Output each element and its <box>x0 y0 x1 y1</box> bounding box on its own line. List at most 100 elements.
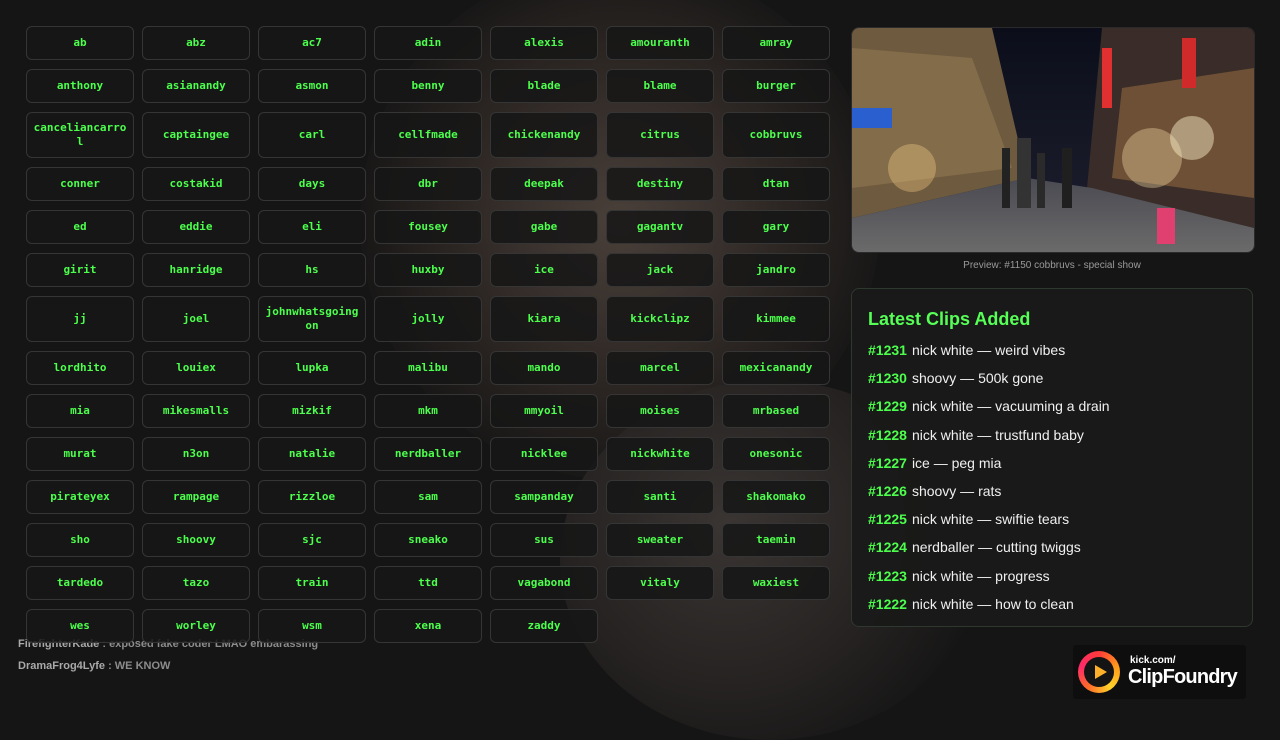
streamer-button-asianandy[interactable]: asianandy <box>142 69 250 103</box>
streamer-button-anthony[interactable]: anthony <box>26 69 134 103</box>
streamer-button-alexis[interactable]: alexis <box>490 26 598 60</box>
streamer-button-xena[interactable]: xena <box>374 609 482 643</box>
streamer-button-sus[interactable]: sus <box>490 523 598 557</box>
streamer-button-huxby[interactable]: huxby <box>374 253 482 287</box>
clip-item[interactable]: #1230 shoovy — 500k gone <box>868 368 1236 396</box>
clip-item[interactable]: #1228 nick white — trustfund baby <box>868 425 1236 453</box>
streamer-button-malibu[interactable]: malibu <box>374 351 482 385</box>
streamer-button-ice[interactable]: ice <box>490 253 598 287</box>
clip-item[interactable]: #1231 nick white — weird vibes <box>868 340 1236 368</box>
streamer-button-jack[interactable]: jack <box>606 253 714 287</box>
streamer-button-eli[interactable]: eli <box>258 210 366 244</box>
streamer-button-nickwhite[interactable]: nickwhite <box>606 437 714 471</box>
streamer-button-destiny[interactable]: destiny <box>606 167 714 201</box>
streamer-button-mizkif[interactable]: mizkif <box>258 394 366 428</box>
streamer-button-hs[interactable]: hs <box>258 253 366 287</box>
streamer-button-johnwhatsgoingon[interactable]: johnwhatsgoingon <box>258 296 366 342</box>
streamer-button-mikesmalls[interactable]: mikesmalls <box>142 394 250 428</box>
streamer-button-captaingee[interactable]: captaingee <box>142 112 250 158</box>
streamer-button-waxiest[interactable]: waxiest <box>722 566 830 600</box>
streamer-button-burger[interactable]: burger <box>722 69 830 103</box>
streamer-button-gabe[interactable]: gabe <box>490 210 598 244</box>
streamer-button-eddie[interactable]: eddie <box>142 210 250 244</box>
streamer-button-blame[interactable]: blame <box>606 69 714 103</box>
streamer-button-days[interactable]: days <box>258 167 366 201</box>
clip-item[interactable]: #1223 nick white — progress <box>868 566 1236 594</box>
streamer-button-chickenandy[interactable]: chickenandy <box>490 112 598 158</box>
streamer-button-sweater[interactable]: sweater <box>606 523 714 557</box>
streamer-button-moises[interactable]: moises <box>606 394 714 428</box>
streamer-button-jandro[interactable]: jandro <box>722 253 830 287</box>
streamer-button-jj[interactable]: jj <box>26 296 134 342</box>
streamer-button-girit[interactable]: girit <box>26 253 134 287</box>
clip-item[interactable]: #1222 nick white — how to clean <box>868 594 1236 622</box>
streamer-button-cellfmade[interactable]: cellfmade <box>374 112 482 158</box>
streamer-button-nicklee[interactable]: nicklee <box>490 437 598 471</box>
streamer-button-abz[interactable]: abz <box>142 26 250 60</box>
streamer-button-kickclipz[interactable]: kickclipz <box>606 296 714 342</box>
streamer-button-marcel[interactable]: marcel <box>606 351 714 385</box>
streamer-button-fousey[interactable]: fousey <box>374 210 482 244</box>
clip-item[interactable]: #1226 shoovy — rats <box>868 481 1236 509</box>
streamer-button-natalie[interactable]: natalie <box>258 437 366 471</box>
streamer-button-mia[interactable]: mia <box>26 394 134 428</box>
streamer-button-rampage[interactable]: rampage <box>142 480 250 514</box>
streamer-button-sampanday[interactable]: sampanday <box>490 480 598 514</box>
streamer-button-mmyoil[interactable]: mmyoil <box>490 394 598 428</box>
streamer-button-joel[interactable]: joel <box>142 296 250 342</box>
streamer-button-tardedo[interactable]: tardedo <box>26 566 134 600</box>
streamer-button-costakid[interactable]: costakid <box>142 167 250 201</box>
streamer-button-worley[interactable]: worley <box>142 609 250 643</box>
streamer-button-sho[interactable]: sho <box>26 523 134 557</box>
clip-item[interactable]: #1229 nick white — vacuuming a drain <box>868 396 1236 424</box>
streamer-button-lupka[interactable]: lupka <box>258 351 366 385</box>
streamer-button-gagantv[interactable]: gagantv <box>606 210 714 244</box>
streamer-button-shakomako[interactable]: shakomako <box>722 480 830 514</box>
streamer-button-mexicanandy[interactable]: mexicanandy <box>722 351 830 385</box>
streamer-button-citrus[interactable]: citrus <box>606 112 714 158</box>
streamer-button-amray[interactable]: amray <box>722 26 830 60</box>
streamer-button-canceliancarrol[interactable]: canceliancarrol <box>26 112 134 158</box>
streamer-button-hanridge[interactable]: hanridge <box>142 253 250 287</box>
streamer-button-sam[interactable]: sam <box>374 480 482 514</box>
streamer-button-train[interactable]: train <box>258 566 366 600</box>
streamer-button-vitaly[interactable]: vitaly <box>606 566 714 600</box>
streamer-button-wsm[interactable]: wsm <box>258 609 366 643</box>
streamer-button-kimmee[interactable]: kimmee <box>722 296 830 342</box>
streamer-button-nerdballer[interactable]: nerdballer <box>374 437 482 471</box>
streamer-button-pirateyex[interactable]: pirateyex <box>26 480 134 514</box>
streamer-button-mando[interactable]: mando <box>490 351 598 385</box>
streamer-button-dtan[interactable]: dtan <box>722 167 830 201</box>
streamer-button-cobbruvs[interactable]: cobbruvs <box>722 112 830 158</box>
streamer-button-amouranth[interactable]: amouranth <box>606 26 714 60</box>
streamer-button-vagabond[interactable]: vagabond <box>490 566 598 600</box>
streamer-button-tazo[interactable]: tazo <box>142 566 250 600</box>
streamer-button-sneako[interactable]: sneako <box>374 523 482 557</box>
streamer-button-carl[interactable]: carl <box>258 112 366 158</box>
streamer-button-murat[interactable]: murat <box>26 437 134 471</box>
streamer-button-onesonic[interactable]: onesonic <box>722 437 830 471</box>
streamer-button-ttd[interactable]: ttd <box>374 566 482 600</box>
streamer-button-deepak[interactable]: deepak <box>490 167 598 201</box>
streamer-button-louiex[interactable]: louiex <box>142 351 250 385</box>
streamer-button-kiara[interactable]: kiara <box>490 296 598 342</box>
streamer-button-sjc[interactable]: sjc <box>258 523 366 557</box>
streamer-button-dbr[interactable]: dbr <box>374 167 482 201</box>
streamer-button-adin[interactable]: adin <box>374 26 482 60</box>
streamer-button-shoovy[interactable]: shoovy <box>142 523 250 557</box>
streamer-button-mrbased[interactable]: mrbased <box>722 394 830 428</box>
streamer-button-taemin[interactable]: taemin <box>722 523 830 557</box>
streamer-button-lordhito[interactable]: lordhito <box>26 351 134 385</box>
streamer-button-n3on[interactable]: n3on <box>142 437 250 471</box>
clip-preview-video[interactable] <box>851 27 1255 253</box>
streamer-button-benny[interactable]: benny <box>374 69 482 103</box>
streamer-button-blade[interactable]: blade <box>490 69 598 103</box>
streamer-button-wes[interactable]: wes <box>26 609 134 643</box>
clip-item[interactable]: #1227 ice — peg mia <box>868 453 1236 481</box>
streamer-button-rizzloe[interactable]: rizzloe <box>258 480 366 514</box>
streamer-button-gary[interactable]: gary <box>722 210 830 244</box>
streamer-button-zaddy[interactable]: zaddy <box>490 609 598 643</box>
streamer-button-ed[interactable]: ed <box>26 210 134 244</box>
streamer-button-jolly[interactable]: jolly <box>374 296 482 342</box>
clip-item[interactable]: #1224 nerdballer — cutting twiggs <box>868 537 1236 565</box>
